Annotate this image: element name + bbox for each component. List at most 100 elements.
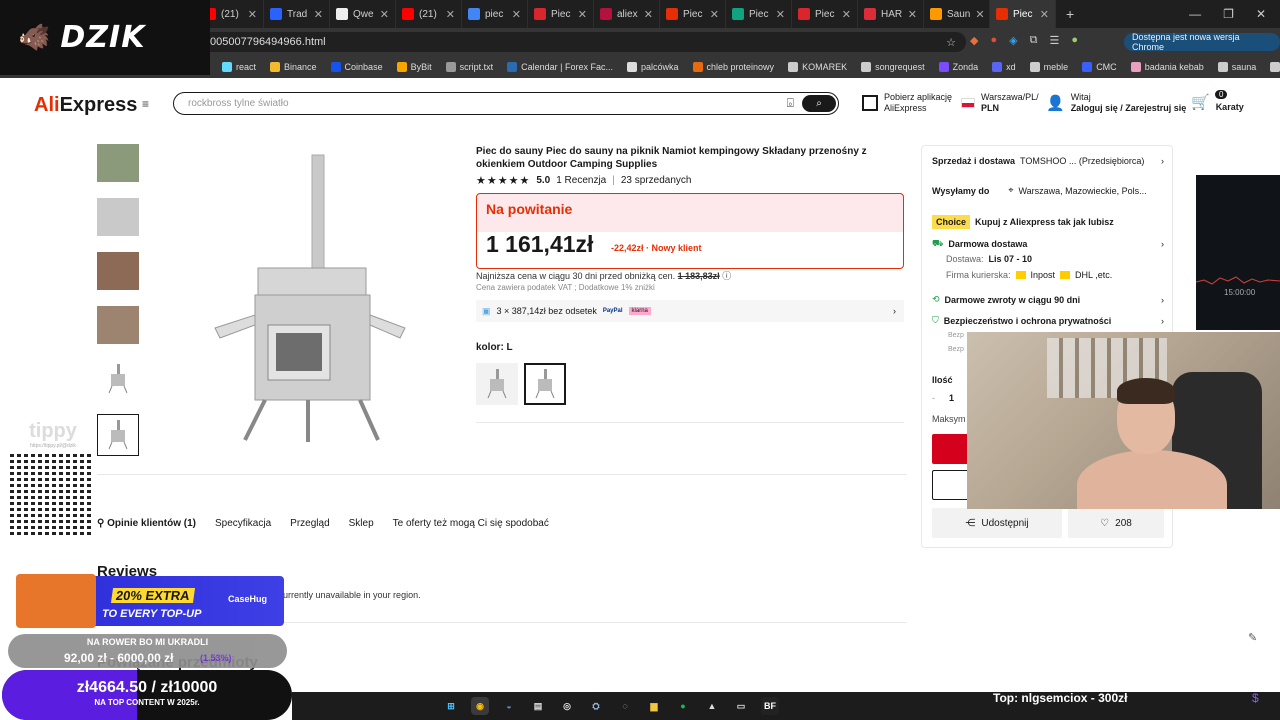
close-tab-icon[interactable]: ✕	[644, 8, 653, 21]
color-option-selected[interactable]	[524, 363, 566, 405]
tab-specification[interactable]: Specyfikacja	[215, 518, 271, 529]
bookmark-item[interactable]: Coinbase	[330, 62, 383, 72]
close-tab-icon[interactable]: ✕	[975, 8, 984, 21]
search-input[interactable]: rockbross tylne światło ⌻ ⌕	[173, 92, 839, 115]
product-thumbnail[interactable]	[97, 198, 139, 236]
windows-start-icon[interactable]: ⊞	[442, 697, 460, 715]
maximize-icon[interactable]: ❐	[1223, 7, 1234, 21]
close-tab-icon[interactable]: ✕	[512, 8, 521, 21]
folder-icon[interactable]: ▆	[645, 697, 663, 715]
steam-icon[interactable]: ⛭	[587, 697, 605, 715]
bookmark-item[interactable]: CMC	[1082, 62, 1117, 72]
edge-icon[interactable]: ◌	[616, 697, 634, 715]
product-thumbnail[interactable]	[97, 252, 139, 290]
bookmark-item[interactable]: chleb proteinowy	[692, 62, 774, 72]
spotify-icon[interactable]: ●	[674, 697, 692, 715]
wishlist-button[interactable]: ♡ 208	[1068, 508, 1164, 538]
close-window-icon[interactable]: ✕	[1256, 7, 1266, 21]
product-thumbnail[interactable]	[97, 360, 139, 398]
bookmark-item[interactable]: meble	[1029, 62, 1068, 72]
app-icon[interactable]: ▲	[703, 697, 721, 715]
browser-tab[interactable]: Piec ✕	[660, 0, 726, 28]
bookmark-item[interactable]: ByBit	[396, 62, 432, 72]
tab-overview[interactable]: Przegląd	[290, 518, 329, 529]
browser-tab[interactable]: Qwe ✕	[330, 0, 396, 28]
share-button[interactable]: ⋲ Udostępnij	[932, 508, 1062, 538]
free-delivery-row[interactable]: ⛟ Darmowa dostawa ›	[932, 238, 1164, 250]
product-thumbnail[interactable]	[97, 144, 139, 182]
close-tab-icon[interactable]: ✕	[446, 8, 455, 21]
browser-tab[interactable]: Piec ✕	[990, 0, 1056, 28]
close-tab-icon[interactable]: ✕	[578, 8, 587, 21]
account-menu[interactable]: 👤 Witaj Zaloguj się / Zarejestruj się	[1046, 92, 1186, 114]
bf-icon[interactable]: BF	[761, 697, 779, 715]
tab-reviews[interactable]: ⚲ Opinie klientów (1)	[97, 518, 196, 529]
aliexpress-logo[interactable]: AliExpress	[34, 94, 137, 117]
tab-store[interactable]: Sklep	[349, 518, 374, 529]
close-tab-icon[interactable]: ✕	[248, 8, 257, 21]
discord-icon[interactable]: ◒	[500, 697, 518, 715]
browser-tab[interactable]: piec ✕	[462, 0, 528, 28]
info-icon[interactable]: ⓘ	[722, 271, 731, 281]
bookmark-item[interactable]: songrequest	[861, 62, 925, 72]
browser-tab[interactable]: Piec ✕	[528, 0, 594, 28]
bookmark-item[interactable]: script.txt	[445, 62, 493, 72]
chrome-update-button[interactable]: Dostępna jest nowa wersja Chrome	[1124, 32, 1280, 52]
chrome-icon[interactable]: ◉	[471, 697, 489, 715]
returns-row[interactable]: ⟲ Darmowe zwroty w ciągu 90 dni ›	[932, 294, 1164, 305]
browser-tab[interactable]: aliex ✕	[594, 0, 660, 28]
bookmark-item[interactable]: sauna	[1217, 62, 1256, 72]
search-button[interactable]: ⌕	[802, 95, 836, 112]
reviews-link[interactable]: 1 Recenzja	[556, 175, 606, 186]
tab-search-icon[interactable]: ☰	[1049, 34, 1059, 47]
bookmark-item[interactable]: Binance	[270, 62, 317, 72]
browser-tab[interactable]: (21) ✕	[396, 0, 462, 28]
seller-row[interactable]: Sprzedaż i dostawa TOMSHOO ... (Przedsię…	[932, 156, 1164, 166]
browser-tab[interactable]: HAR ✕	[858, 0, 924, 28]
close-tab-icon[interactable]: ✕	[908, 8, 917, 21]
bookmark-item[interactable]: palcówka	[626, 62, 679, 72]
qty-minus-button[interactable]: -	[932, 393, 935, 403]
url-field[interactable]: 005007796494966.html ☆	[196, 32, 966, 52]
browser-tab[interactable]: Piec ✕	[726, 0, 792, 28]
region-selector[interactable]: Warszawa/PL/PLN	[961, 92, 1039, 114]
extension-icon[interactable]: ●	[990, 34, 997, 47]
edit-pencil-icon[interactable]: ✎	[1248, 631, 1257, 644]
profile-avatar[interactable]: ●	[1071, 34, 1078, 47]
bookmark-item[interactable]: react	[222, 62, 256, 72]
app-icon[interactable]: ▤	[529, 697, 547, 715]
minimize-icon[interactable]: —	[1189, 7, 1201, 21]
close-tab-icon[interactable]: ✕	[776, 8, 785, 21]
close-tab-icon[interactable]: ✕	[710, 8, 719, 21]
new-tab-icon[interactable]: +	[1056, 6, 1084, 22]
tab-recommendations[interactable]: Te oferty też mogą Ci się spodobać	[393, 518, 549, 529]
browser-tab[interactable]: Piec ✕	[792, 0, 858, 28]
bookmark-item[interactable]: badania kebab	[1130, 62, 1204, 72]
bookmark-item[interactable]: Calendar | Forex Fac...	[507, 62, 613, 72]
installments-row[interactable]: ▣ 3 × 387,14zł bez odsetek PayPal klarna…	[476, 300, 904, 322]
security-row[interactable]: ⛉ Bezpieczeństwo i ochrona prywatności ›	[932, 315, 1164, 326]
obs-icon[interactable]: ◎	[558, 697, 576, 715]
bookmark-item[interactable]: Zonda	[938, 62, 978, 72]
browser-tab[interactable]: Trad ✕	[264, 0, 330, 28]
browser-tab[interactable]: Saun ✕	[924, 0, 990, 28]
main-product-image[interactable]	[210, 150, 410, 450]
bookmark-star-icon[interactable]: ☆	[946, 36, 956, 49]
extension-icon[interactable]: ◈	[1009, 34, 1017, 47]
close-tab-icon[interactable]: ✕	[314, 8, 323, 21]
download-app-link[interactable]: Pobierz aplikację AliExpress	[862, 92, 952, 114]
ship-to-row[interactable]: Wysyłamy do ⌖ Warszawa, Mazowieckie, Pol…	[932, 185, 1164, 196]
extension-icon[interactable]: ◆	[970, 34, 978, 47]
bookmark-item[interactable]: xd	[992, 62, 1016, 72]
product-thumbnail[interactable]	[97, 306, 139, 344]
close-tab-icon[interactable]: ✕	[842, 8, 851, 21]
menu-icon[interactable]: ≡	[142, 97, 149, 111]
puzzle-icon[interactable]: ⧉	[1030, 34, 1038, 47]
bookmark-item[interactable]: prawo jazdy	[1270, 62, 1280, 72]
cart-button[interactable]: 🛒 0 Karaty	[1191, 90, 1244, 112]
terminal-icon[interactable]: ▭	[732, 697, 750, 715]
quantity-value[interactable]: 1	[949, 393, 954, 403]
close-tab-icon[interactable]: ✕	[380, 8, 389, 21]
color-option[interactable]	[476, 363, 518, 405]
bookmark-item[interactable]: KOMAREK	[788, 62, 847, 72]
